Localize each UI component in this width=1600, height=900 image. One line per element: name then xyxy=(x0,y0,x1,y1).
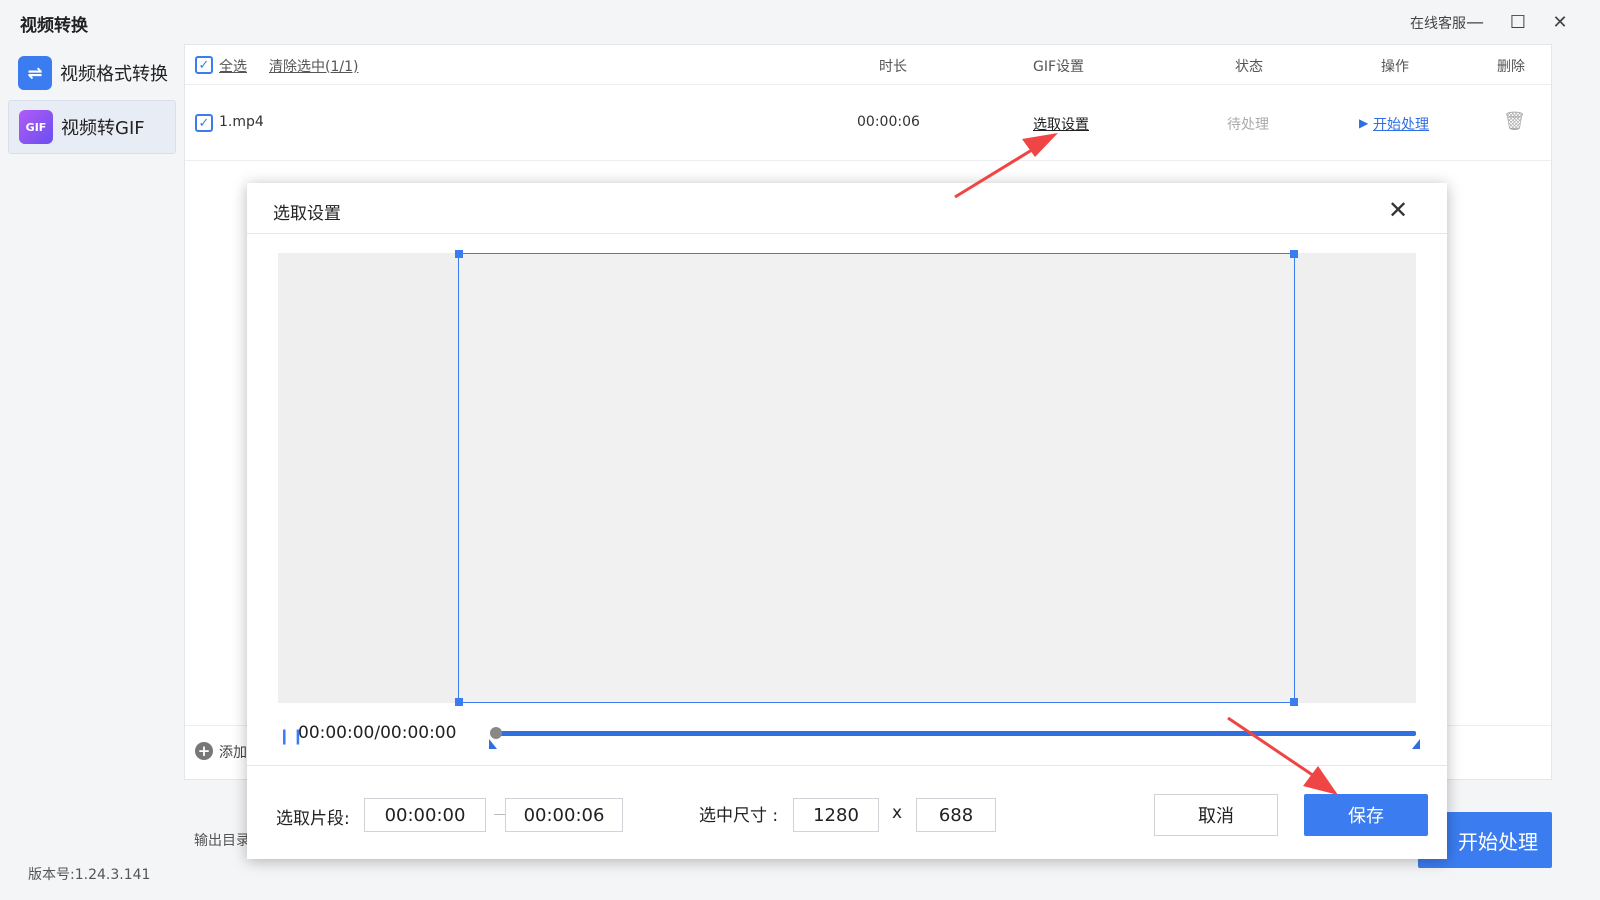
maximize-button[interactable]: ☐ xyxy=(1506,10,1530,34)
start-process-link[interactable]: 开始处理 xyxy=(1373,114,1429,134)
dialog-divider xyxy=(247,765,1447,766)
crop-handle-bottom-right[interactable] xyxy=(1290,698,1298,706)
status-text: 待处理 xyxy=(1227,117,1269,133)
crop-handle-top-right[interactable] xyxy=(1290,250,1298,258)
range-start-handle[interactable] xyxy=(489,739,497,749)
minimize-button[interactable]: — xyxy=(1463,10,1487,34)
column-status: 状态 xyxy=(1235,59,1263,75)
app-title: 视频转换 xyxy=(20,16,88,36)
add-file-label[interactable]: 添加 xyxy=(219,742,247,762)
title-bar: 视频转换 在线客服 — ☐ ✕ xyxy=(0,0,1600,44)
cancel-button[interactable]: 取消 xyxy=(1154,794,1278,836)
height-input[interactable]: 688 xyxy=(916,798,996,832)
version-label: 版本号:1.24.3.141 xyxy=(28,867,151,883)
column-gif-settings: GIF设置 xyxy=(1033,59,1085,75)
window-close-button[interactable]: ✕ xyxy=(1548,10,1572,34)
size-times-sign: x xyxy=(892,803,903,823)
video-preview xyxy=(278,250,1416,706)
playhead-knob[interactable] xyxy=(490,727,502,739)
gif-icon: GIF xyxy=(19,110,53,144)
sidebar-item-video-format-convert[interactable]: ⇌ 视频格式转换 xyxy=(8,46,176,100)
swap-arrows-icon: ⇌ xyxy=(18,56,52,90)
trash-icon[interactable]: 🗑 xyxy=(1503,111,1526,132)
column-duration: 时长 xyxy=(879,59,907,75)
segment-label: 选取片段: xyxy=(276,809,350,829)
size-label: 选中尺寸 : xyxy=(699,806,779,826)
output-dir-label: 输出目录 xyxy=(194,833,250,849)
table-row: ✓ 1.mp4 00:00:06 选取设置 待处理 ▶ 开始处理 🗑 xyxy=(185,85,1551,161)
sidebar-item-label: 视频转GIF xyxy=(61,118,145,139)
save-button[interactable]: 保存 xyxy=(1304,794,1428,836)
file-duration: 00:00:06 xyxy=(857,114,920,130)
select-all-label[interactable]: 全选 xyxy=(219,56,247,76)
dialog-close-button[interactable]: ✕ xyxy=(1385,197,1411,223)
select-all-checkbox[interactable]: ✓ xyxy=(195,56,213,74)
crop-handle-bottom-left[interactable] xyxy=(455,698,463,706)
timeline-track[interactable] xyxy=(493,731,1416,736)
list-header: ✓ 全选 清除选中(1/1) 时长 GIF设置 状态 操作 删除 xyxy=(185,45,1551,85)
sidebar-item-label: 视频格式转换 xyxy=(60,64,168,85)
dialog-title: 选取设置 xyxy=(273,204,341,224)
online-service-link[interactable]: 在线客服 xyxy=(1410,13,1466,33)
gif-settings-link[interactable]: 选取设置 xyxy=(1033,114,1089,134)
row-checkbox[interactable]: ✓ xyxy=(195,114,213,132)
crop-handle-top-left[interactable] xyxy=(455,250,463,258)
file-name: 1.mp4 xyxy=(219,114,264,130)
column-delete: 删除 xyxy=(1497,59,1525,75)
add-icon[interactable]: + xyxy=(195,742,213,760)
column-action: 操作 xyxy=(1381,59,1409,75)
sidebar: ⇌ 视频格式转换 GIF 视频转GIF xyxy=(0,44,184,900)
playback-timecode: 00:00:00/00:00:00 xyxy=(298,723,457,743)
width-input[interactable]: 1280 xyxy=(793,798,879,832)
segment-end-input[interactable]: 00:00:06 xyxy=(505,798,623,832)
selection-settings-dialog: 选取设置 ✕ ❙❙ 00:00:00/00:00:00 选取片段: 00:00:… xyxy=(247,183,1447,859)
range-end-handle[interactable] xyxy=(1412,739,1420,749)
crop-selection-box[interactable] xyxy=(455,250,1298,706)
sidebar-item-video-to-gif[interactable]: GIF 视频转GIF xyxy=(8,100,176,154)
dialog-divider xyxy=(247,233,1447,234)
play-icon: ▶ xyxy=(1359,116,1369,130)
segment-start-input[interactable]: 00:00:00 xyxy=(364,798,486,832)
clear-selection-link[interactable]: 清除选中(1/1) xyxy=(269,56,358,76)
